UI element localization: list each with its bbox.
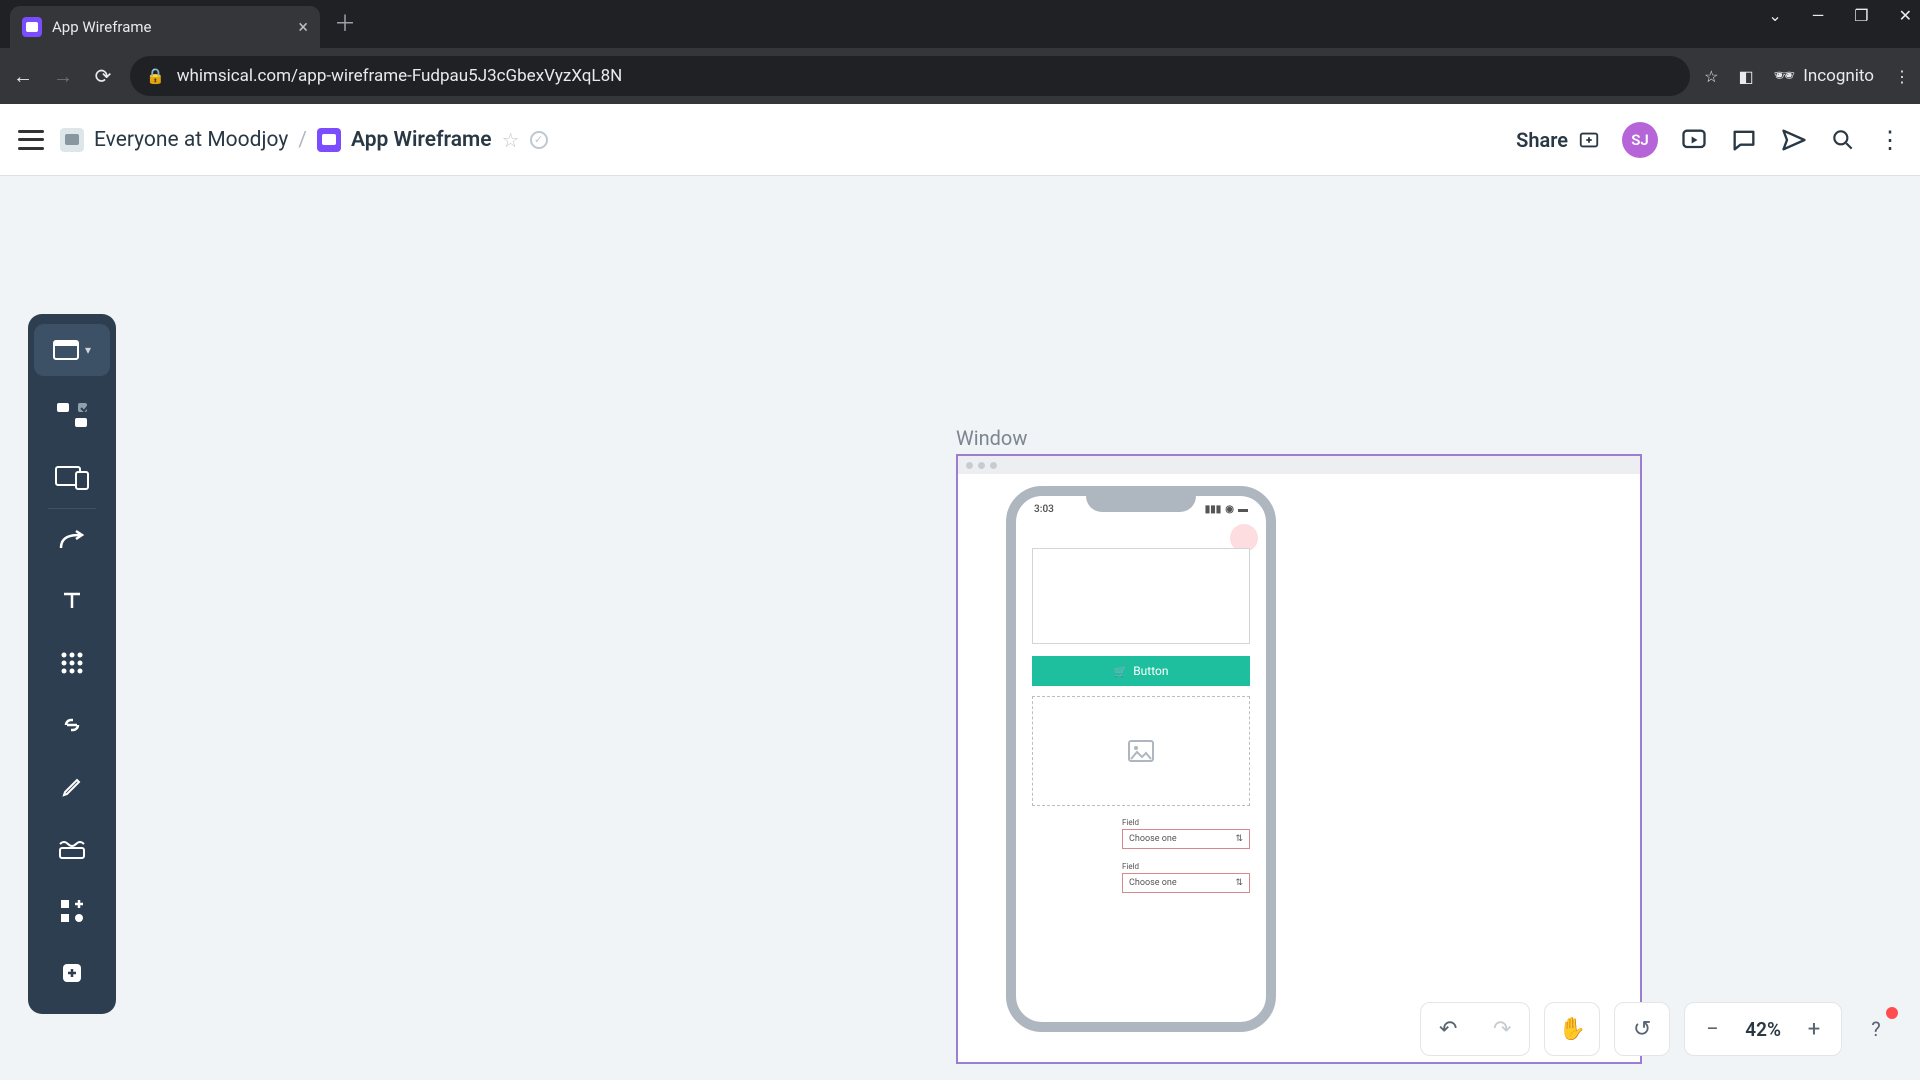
url-text: whimsical.com/app-wireframe-Fudpau5J3cGb… <box>177 66 623 86</box>
canvas[interactable]: Window 3:03 ▮▮▮ ◉ ▬ <box>0 176 1920 1080</box>
approve-check-icon[interactable]: ✓ <box>530 131 548 149</box>
phone-frame[interactable]: 3:03 ▮▮▮ ◉ ▬ 🛒 Button <box>1006 486 1276 1032</box>
present-icon[interactable] <box>1680 126 1708 154</box>
wifi-icon: ◉ <box>1225 504 1234 515</box>
browser-tab[interactable]: App Wireframe × <box>10 6 320 48</box>
team-icon <box>60 128 84 152</box>
phone-time: 3:03 <box>1034 504 1054 515</box>
frame-label[interactable]: Window <box>956 426 1027 450</box>
image-icon <box>1128 740 1154 762</box>
reload-button[interactable]: ⟳ <box>90 64 116 88</box>
battery-icon: ▬ <box>1238 504 1248 515</box>
extensions-icon[interactable]: ◧ <box>1739 67 1754 86</box>
history-button[interactable]: ↺ <box>1615 1002 1669 1056</box>
close-window-icon[interactable]: ✕ <box>1899 6 1912 25</box>
tab-favicon <box>22 17 42 37</box>
back-button[interactable]: ← <box>10 64 36 89</box>
minimize-icon[interactable]: ― <box>1812 6 1825 25</box>
breadcrumb-separator: / <box>298 128 307 152</box>
bookmark-star-icon[interactable]: ☆ <box>1704 67 1718 86</box>
page-title[interactable]: App Wireframe <box>351 128 492 152</box>
field-2: Field Choose one ⇅ <box>1122 862 1250 893</box>
select-value: Choose one <box>1129 878 1177 888</box>
wireframe-icon <box>317 128 341 152</box>
breadcrumb-team[interactable]: Everyone at Moodjoy <box>94 128 288 152</box>
menu-button[interactable] <box>18 130 44 150</box>
window-titlebar <box>958 456 1640 474</box>
select-value: Choose one <box>1129 834 1177 844</box>
send-icon[interactable] <box>1780 126 1808 154</box>
search-icon[interactable] <box>1830 127 1856 153</box>
maximize-icon[interactable]: ❐ <box>1854 6 1868 25</box>
lock-icon: 🔒 <box>146 67 165 85</box>
incognito-icon: 🕶 <box>1774 66 1796 86</box>
close-tab-icon[interactable]: × <box>298 17 308 38</box>
button-label: Button <box>1133 664 1168 678</box>
cart-icon: 🛒 <box>1114 665 1128 678</box>
address-bar: ← → ⟳ 🔒 whimsical.com/app-wireframe-Fudp… <box>0 48 1920 104</box>
share-label: Share <box>1516 128 1568 152</box>
forward-button[interactable]: → <box>50 64 76 89</box>
app-topbar: Everyone at Moodjoy / App Wireframe ☆ ✓ … <box>0 104 1920 176</box>
zoom-in-button[interactable]: + <box>1787 1002 1841 1056</box>
image-placeholder[interactable] <box>1032 696 1250 806</box>
pan-hand-button[interactable]: ✋ <box>1545 1002 1599 1056</box>
breadcrumb: Everyone at Moodjoy / App Wireframe ☆ ✓ <box>60 128 548 152</box>
comments-icon[interactable] <box>1730 126 1758 154</box>
content-box[interactable] <box>1032 548 1250 644</box>
chevron-up-down-icon: ⇅ <box>1235 834 1243 844</box>
window-frame[interactable]: 3:03 ▮▮▮ ◉ ▬ 🛒 Button <box>956 454 1642 1064</box>
more-menu-icon[interactable]: ⋮ <box>1878 126 1902 154</box>
signal-icon: ▮▮▮ <box>1205 504 1222 515</box>
help-button[interactable]: ? <box>1856 1009 1896 1049</box>
browser-menu-icon[interactable]: ⋮ <box>1894 67 1910 86</box>
phone-status-bar: 3:03 ▮▮▮ ◉ ▬ <box>1016 504 1266 515</box>
select-1[interactable]: Choose one ⇅ <box>1122 829 1250 849</box>
incognito-indicator[interactable]: 🕶 Incognito <box>1774 66 1874 86</box>
browser-tab-bar: App Wireframe × ＋ ⌄ ― ❐ ✕ <box>0 0 1920 48</box>
primary-button[interactable]: 🛒 Button <box>1032 656 1250 686</box>
url-input[interactable]: 🔒 whimsical.com/app-wireframe-Fudpau5J3c… <box>130 56 1690 96</box>
tab-title: App Wireframe <box>52 18 151 36</box>
notification-dot <box>1886 1007 1898 1019</box>
zoom-level[interactable]: 42% <box>1739 1018 1787 1041</box>
share-button[interactable]: Share <box>1516 128 1600 152</box>
zoom-out-button[interactable]: − <box>1685 1002 1739 1056</box>
new-tab-button[interactable]: ＋ <box>334 6 356 38</box>
undo-button[interactable]: ↶ <box>1421 1002 1475 1056</box>
select-2[interactable]: Choose one ⇅ <box>1122 873 1250 893</box>
chevron-down-icon[interactable]: ⌄ <box>1768 6 1781 25</box>
bottom-toolbar: ↶ ↷ ✋ ↺ − 42% + ? <box>1420 1002 1896 1056</box>
incognito-label: Incognito <box>1803 66 1874 86</box>
favorite-star-icon[interactable]: ☆ <box>502 128 520 152</box>
window-controls: ⌄ ― ❐ ✕ <box>1768 6 1912 25</box>
redo-button[interactable]: ↷ <box>1475 1002 1529 1056</box>
field-label: Field <box>1122 862 1250 871</box>
avatar[interactable]: SJ <box>1622 122 1658 158</box>
share-icon <box>1578 129 1600 151</box>
chevron-up-down-icon: ⇅ <box>1235 878 1243 888</box>
field-1: Field Choose one ⇅ <box>1122 818 1250 849</box>
field-label: Field <box>1122 818 1250 827</box>
